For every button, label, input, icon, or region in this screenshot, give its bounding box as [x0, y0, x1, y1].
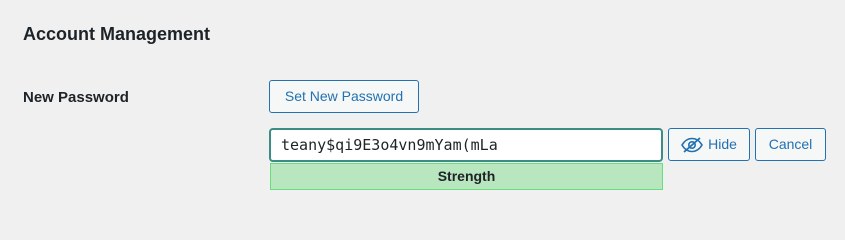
- section-title: Account Management: [23, 24, 211, 44]
- password-input[interactable]: [269, 128, 663, 162]
- set-new-password-button[interactable]: Set New Password: [269, 80, 419, 113]
- hide-button-label: Hide: [708, 136, 737, 152]
- password-strength-meter: Strength: [270, 163, 663, 190]
- cancel-button[interactable]: Cancel: [755, 128, 826, 161]
- hide-password-button[interactable]: Hide: [668, 128, 750, 161]
- eye-slash-icon: [681, 136, 704, 153]
- new-password-label: New Password: [23, 89, 129, 106]
- account-management-page: Account Management New Password Set New …: [0, 0, 845, 222]
